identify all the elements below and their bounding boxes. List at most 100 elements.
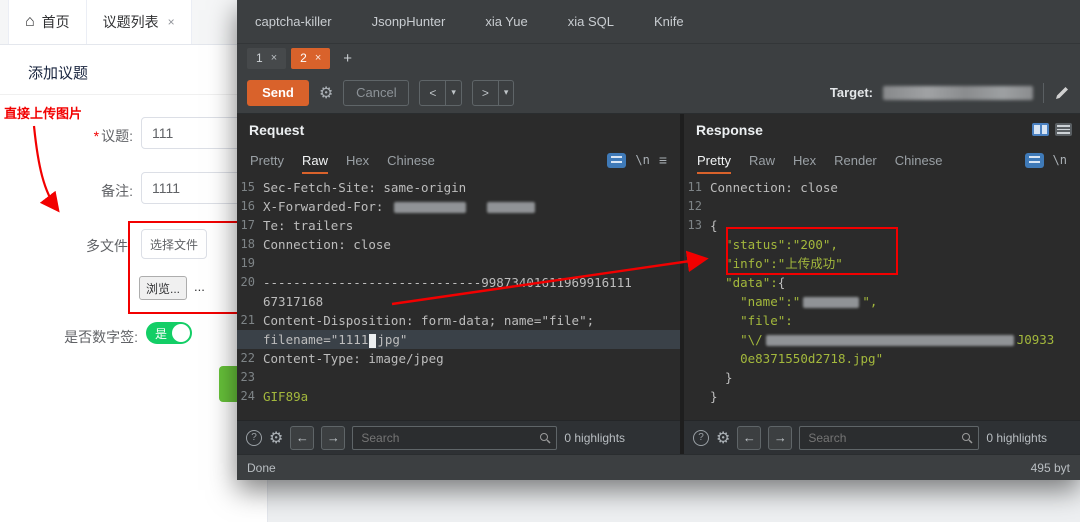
editor-line[interactable]: 15 Sec-Fetch-Site: same-origin — [237, 178, 680, 197]
show-newlines-toggle[interactable]: \n — [635, 153, 649, 167]
columns-layout-icon[interactable] — [1032, 123, 1049, 136]
menu-item-xia-sql[interactable]: xia SQL — [568, 14, 614, 29]
tab-hex[interactable]: Hex — [346, 146, 369, 174]
repeater-tab-2-label: 2 — [300, 51, 307, 65]
find-previous-button[interactable]: ← — [290, 425, 315, 450]
cancel-button[interactable]: Cancel — [343, 79, 410, 106]
show-newlines-toggle[interactable]: \n — [1053, 153, 1067, 167]
close-icon[interactable]: × — [271, 52, 277, 64]
search-input[interactable] — [352, 425, 558, 450]
line-number — [684, 311, 710, 330]
tab-home[interactable]: ⌂ 首页 — [8, 0, 87, 44]
find-previous-button[interactable]: ← — [737, 425, 762, 450]
topic-label: * 议题: — [93, 128, 133, 144]
menu-item-xia-yue[interactable]: xia Yue — [485, 14, 527, 29]
menu-item-knife[interactable]: Knife — [654, 14, 684, 29]
request-view-tabs: Pretty Raw Hex Chinese \n ≡ — [237, 146, 680, 174]
burp-suite-window: captcha-killer JsonpHunter xia Yue xia S… — [237, 0, 1080, 480]
gear-icon[interactable]: ⚙ — [716, 428, 730, 448]
editor-line[interactable]: 17 Te: trailers — [237, 216, 680, 235]
multifile-label: 多文件 — [86, 238, 128, 254]
page: ⌂ 首页 议题列表 × 添加议题 直接上传图片 * 议题: 111 备注: 111… — [0, 0, 1080, 522]
editor-line[interactable]: 20 -----------------------------998734016… — [237, 273, 680, 292]
editor-line[interactable]: } — [684, 368, 1080, 387]
editor-line[interactable]: "info":"上传成功" — [684, 254, 1080, 273]
editor-line[interactable]: 24 GIF89a — [237, 387, 680, 406]
find-next-button[interactable]: → — [768, 425, 793, 450]
editor-line[interactable]: 21 Content-Disposition: form-data; name="… — [237, 311, 680, 330]
editor-line[interactable]: "\/J0933 — [684, 330, 1080, 349]
pretty-print-icon[interactable] — [1024, 152, 1044, 168]
line-number: 23 — [240, 370, 255, 384]
editor-line[interactable]: 0e8371550d2718.jpg" — [684, 349, 1080, 368]
tab-raw[interactable]: Raw — [302, 146, 328, 174]
tab-chinese[interactable]: Chinese — [895, 146, 943, 174]
search-input[interactable] — [799, 425, 980, 450]
tab-topic-list[interactable]: 议题列表 × — [86, 0, 192, 44]
line-number — [684, 254, 710, 273]
pencil-icon[interactable] — [1054, 85, 1070, 101]
highlight-count: 0 highlights — [986, 430, 1048, 445]
editor-line[interactable]: 16 X-Forwarded-For: — [237, 197, 680, 216]
tab-raw[interactable]: Raw — [749, 146, 775, 174]
menu-item-captcha-killer[interactable]: captcha-killer — [255, 14, 332, 29]
editor-line[interactable]: filename="1111 jpg" — [237, 330, 680, 349]
line-number: 21 — [240, 313, 255, 327]
send-button[interactable]: Send — [247, 79, 309, 106]
editor-line[interactable]: "file": — [684, 311, 1080, 330]
editor-line[interactable]: "data":{ — [684, 273, 1080, 292]
editor-line[interactable]: 67317168 — [237, 292, 680, 311]
tab-home-label: 首页 — [41, 14, 70, 30]
line-number — [684, 235, 710, 254]
rows-layout-icon[interactable] — [1055, 123, 1072, 136]
menu-item-jsonphunter[interactable]: JsonpHunter — [372, 14, 446, 29]
chevron-down-icon[interactable]: ▾ — [445, 80, 461, 105]
find-next-button[interactable]: → — [321, 425, 346, 450]
close-icon[interactable]: × — [315, 52, 321, 64]
burp-menu-bar: captcha-killer JsonpHunter xia Yue xia S… — [237, 0, 1080, 44]
response-editor[interactable]: 11 Connection: close 12 13{ "status":"200",… — [684, 174, 1080, 420]
digital-sign-toggle[interactable]: 是 — [146, 322, 192, 344]
chevron-down-icon[interactable]: ▾ — [497, 80, 514, 105]
tab-hex[interactable]: Hex — [793, 146, 816, 174]
editor-line[interactable]: 22 Content-Type: image/jpeg — [237, 349, 680, 368]
repeater-tab-2[interactable]: 2 × — [291, 47, 331, 69]
search-icon — [540, 432, 551, 444]
add-tab-button[interactable]: + — [343, 50, 352, 67]
editor-line[interactable]: "name":" ", — [684, 292, 1080, 311]
editor-line[interactable]: 13{ — [684, 216, 1080, 235]
help-icon[interactable]: ? — [693, 429, 709, 446]
gear-icon[interactable]: ⚙ — [319, 83, 333, 103]
toggle-on-label: 是 — [155, 327, 168, 341]
browse-button[interactable]: 浏览... — [139, 276, 187, 300]
tab-chinese[interactable]: Chinese — [387, 146, 435, 174]
editor-line[interactable]: 23 — [237, 368, 680, 387]
divider — [0, 94, 267, 95]
hamburger-menu-icon[interactable]: ≡ — [659, 152, 667, 168]
editor-line[interactable]: 12 — [684, 197, 1080, 216]
editor-line[interactable]: 18 Connection: close — [237, 235, 680, 254]
pretty-print-icon[interactable] — [607, 152, 627, 168]
editor-line[interactable]: } — [684, 387, 1080, 406]
help-icon[interactable]: ? — [246, 429, 262, 446]
browse-ellipsis: ... — [194, 279, 205, 294]
next-request-button[interactable]: > ▾ — [471, 79, 515, 106]
divider — [1043, 82, 1044, 103]
editor-line[interactable]: "status":"200", — [684, 235, 1080, 254]
tab-render[interactable]: Render — [834, 146, 877, 174]
previous-label: < — [429, 85, 437, 100]
tab-pretty[interactable]: Pretty — [250, 146, 284, 174]
repeater-tab-1[interactable]: 1 × — [247, 47, 287, 69]
repeater-tab-strip: 1 × 2 × + — [237, 44, 1080, 72]
gear-icon[interactable]: ⚙ — [269, 428, 283, 448]
tab-pretty[interactable]: Pretty — [697, 146, 731, 174]
editor-line[interactable]: 19 — [237, 254, 680, 273]
line-number: 24 — [240, 389, 255, 403]
redacted-text — [803, 297, 860, 308]
editor-line[interactable]: 11 Connection: close — [684, 178, 1080, 197]
line-number: 11 — [687, 180, 702, 194]
request-editor[interactable]: 15 Sec-Fetch-Site: same-origin 16 X-Forward… — [237, 174, 680, 420]
select-file-button[interactable]: 选择文件 — [141, 229, 207, 259]
close-icon[interactable]: × — [168, 15, 175, 29]
previous-request-button[interactable]: < ▾ — [419, 79, 462, 106]
